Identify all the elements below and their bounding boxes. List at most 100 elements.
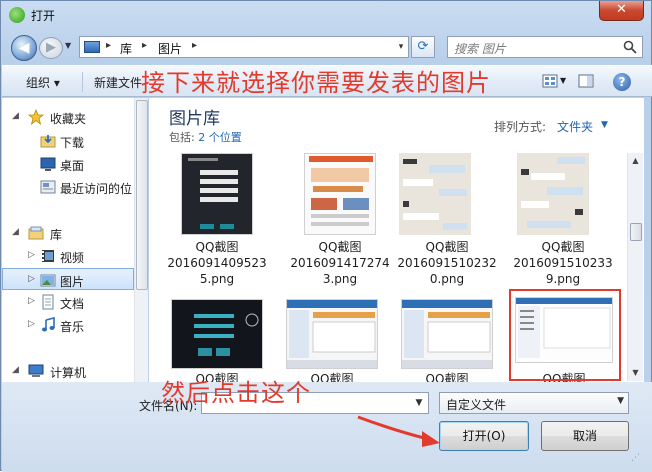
video-icon [42,250,54,262]
sidebar-item-recent-places[interactable]: 最近访问的位 [2,176,134,198]
collapsed-arrow-icon[interactable]: ▷ [28,250,35,260]
arrange-dropdown-icon[interactable]: ▼ [601,120,608,130]
sidebar-item-label: 计算机 [50,366,87,380]
file-name[interactable]: QQ截图 2016091409523 5.png [162,239,272,287]
filetype-select[interactable]: 自定义文件 ▼ [439,392,629,414]
preview-pane-icon[interactable] [578,73,594,89]
view-options-icon[interactable] [542,73,558,89]
locations-link[interactable]: 2 个位置 [198,131,242,144]
file-list-scrollbar[interactable]: ▲ ▼ [627,153,643,381]
sidebar-scroll-thumb[interactable] [136,100,148,290]
collapsed-arrow-icon[interactable]: ▷ [28,274,35,284]
file-thumbnail[interactable] [304,153,376,235]
search-icon[interactable] [623,40,637,54]
file-name[interactable]: QQ截图 2016091510232 0.png [392,239,502,287]
annotation-select-picture: 接下来就选择你需要发表的图片 [141,69,491,97]
sidebar-item-label: 下载 [60,136,85,150]
library-icon [28,226,44,240]
sidebar-scrollbar[interactable] [134,98,148,382]
resize-grip-icon[interactable]: ⋰ [631,453,645,467]
file-thumbnail[interactable] [286,299,378,369]
sidebar-item-label: 视频 [60,251,85,265]
arrow-right-icon: ▶ [46,40,56,55]
filename-dropdown-icon[interactable]: ▼ [411,393,427,413]
forward-button[interactable]: ▶ [39,37,63,59]
sidebar-item-label: 最近访问的位 [60,182,133,196]
file-name[interactable]: QQ截图 2016091417274 3.png [285,239,395,287]
file-thumbnail[interactable] [401,299,493,369]
file-name-line: 5.png [199,272,235,286]
history-dropdown-icon[interactable]: ▼ [65,41,71,50]
address-bar[interactable]: ▸ 库 ▸ 图片 ▸ [79,36,409,58]
breadcrumb-library[interactable]: 库 [120,40,132,57]
collapsed-arrow-icon[interactable]: ▷ [28,296,35,306]
sidebar-item-label: 桌面 [60,159,85,173]
collapsed-arrow-icon[interactable]: ▷ [28,319,35,329]
sidebar-item-libraries[interactable]: ◢ 库 [2,222,134,244]
pictures-icon [40,274,56,287]
annotation-arrow-icon [357,415,440,447]
expand-arrow-icon[interactable]: ◢ [12,227,19,237]
file-thumbnail[interactable] [517,153,589,235]
scroll-thumb[interactable] [630,223,642,241]
cancel-button[interactable]: 取消 [541,421,629,451]
file-thumbnail[interactable] [399,153,471,235]
recent-places-icon [40,180,56,194]
sidebar-item-documents[interactable]: ▷ 文档 [2,291,134,313]
sidebar-item-videos[interactable]: ▷ 视频 [2,245,134,267]
expand-arrow-icon[interactable]: ◢ [12,111,19,121]
scroll-down-icon[interactable]: ▼ [628,365,643,380]
file-name-line: QQ截图 [425,240,469,254]
sidebar-item-pictures[interactable]: ▷ 图片 [2,268,134,290]
organize-button[interactable]: 组织 ▾ [26,74,60,91]
screenshot-preview [402,300,492,368]
sidebar-item-music[interactable]: ▷ 音乐 [2,314,134,336]
file-thumbnail[interactable] [171,299,263,369]
screenshot-preview [399,153,471,235]
sidebar-item-label: 图片 [60,275,85,289]
close-button[interactable]: ✕ [599,1,644,21]
screenshot-preview [517,153,589,235]
file-name-line: 2016091510233 [513,256,613,270]
breadcrumb-separator-icon[interactable]: ▸ [192,40,197,51]
scroll-up-icon[interactable]: ▲ [628,153,643,168]
search-box[interactable]: 搜索 图片 [447,36,643,58]
sidebar-item-computer[interactable]: ◢ 计算机 [2,360,134,382]
refresh-button[interactable]: ⟳ [411,36,435,58]
file-name[interactable]: QQ截图 2016091510233 9.png [508,239,618,287]
sidebar-item-favorites[interactable]: ◢ 收藏夹 [2,106,134,128]
filetype-dropdown-icon: ▼ [617,396,624,406]
back-button[interactable]: ◀ [11,35,37,61]
address-dropdown-icon[interactable]: ▾ [393,36,409,58]
sidebar-item-label: 音乐 [60,320,85,334]
annotation-highlight-box [509,289,621,381]
breadcrumb-separator-icon[interactable]: ▸ [142,40,147,51]
sidebar-item-downloads[interactable]: 下载 [2,130,134,152]
file-name-line: 2016091510232 [397,256,497,270]
expand-arrow-icon[interactable]: ◢ [12,365,19,375]
title-bar[interactable]: 打开 [1,1,651,29]
view-dropdown-icon[interactable]: ▼ [560,76,566,85]
sidebar-item-desktop[interactable]: 桌面 [2,153,134,175]
open-button[interactable]: 打开(O) [439,421,529,451]
documents-icon [42,294,54,310]
file-thumbnail[interactable] [181,153,253,235]
refresh-icon: ⟳ [417,39,429,54]
navigation-pane: ◢ 收藏夹 下载 桌面 最近访问的位 ◢ 库 ▷ 视频 ▷ 图片 ▷ 文档 ▷ … [2,98,148,382]
arrange-by-label: 排列方式: [494,120,547,134]
new-folder-button[interactable]: 新建文件 [94,74,142,91]
screenshot-preview [287,300,377,368]
window-title: 打开 [31,9,56,23]
screenshot-preview [305,154,375,234]
search-input[interactable]: 搜索 图片 [454,40,506,57]
file-name-line: 0.png [429,272,465,286]
app-icon [9,7,25,23]
open-file-dialog: 打开 ✕ ◀ ▶ ▼ ▸ 库 ▸ 图片 ▸ ▾ ⟳ 搜索 图片 组织 ▾ 新建文… [0,0,652,472]
breadcrumb-pictures[interactable]: 图片 [158,40,182,57]
sidebar-item-label: 文档 [60,297,85,311]
download-folder-icon [40,135,56,148]
breadcrumb-separator-icon[interactable]: ▸ [106,40,111,51]
arrange-by-dropdown[interactable]: 文件夹 [557,118,593,135]
file-name-line: 9.png [545,272,581,286]
help-icon[interactable]: ? [613,73,631,91]
